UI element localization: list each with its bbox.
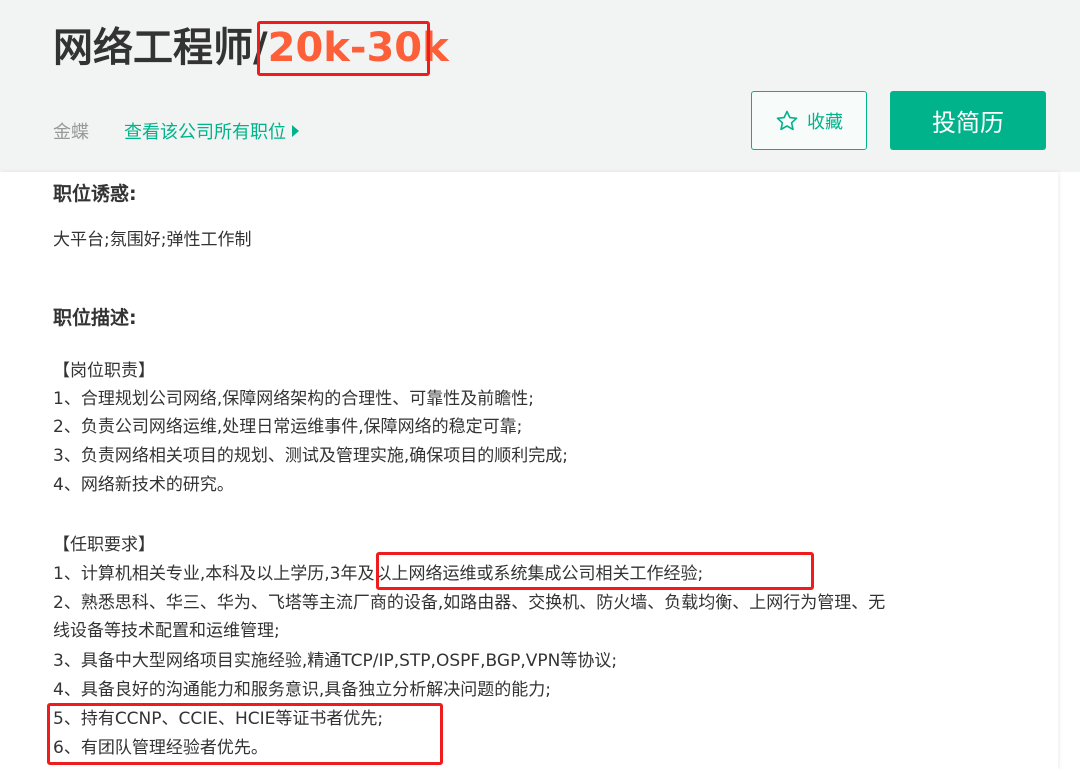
requirement-item: 3、具备中大型网络项目实施经验,精通TCP/IP,STP,OSPF,BGP,VP… bbox=[53, 651, 618, 671]
description-title: 职位描述: bbox=[53, 307, 137, 329]
apply-resume-button[interactable]: 投简历 bbox=[890, 91, 1046, 150]
company-name: 金蝶 bbox=[53, 122, 89, 143]
perks-title: 职位诱惑: bbox=[53, 183, 137, 205]
favorite-label: 收藏 bbox=[807, 111, 843, 133]
job-header: 网络工程师/20k-30k 金蝶 查看该公司所有职位 收藏 投简历 bbox=[0, 0, 1080, 172]
job-title-text: 网络工程师/ bbox=[53, 25, 268, 71]
requirement-1-text: 1、计算机相关专业,本科及以上学历, bbox=[53, 564, 330, 584]
requirement-item: 4、具备良好的沟通能力和服务意识,具备独立分析解决问题的能力; bbox=[53, 680, 551, 700]
star-outline-icon bbox=[776, 110, 798, 130]
duty-item: 3、负责网络相关项目的规划、测试及管理实施,确保项目的顺利完成; bbox=[53, 446, 568, 466]
duty-item: 4、网络新技术的研究。 bbox=[53, 475, 234, 495]
duty-item: 1、合理规划公司网络,保障网络架构的合理性、可靠性及前瞻性; bbox=[53, 389, 534, 409]
requirement-item: 2、熟悉思科、华三、华为、飞塔等主流厂商的设备,如路由器、交换机、防火墙、负载均… bbox=[53, 593, 886, 613]
job-title: 网络工程师/20k-30k bbox=[53, 18, 449, 78]
all-company-jobs-label: 查看该公司所有职位 bbox=[124, 122, 286, 143]
requirements-header: 【任职要求】 bbox=[53, 535, 155, 555]
requirement-item: 6、有团队管理经验者优先。 bbox=[53, 738, 268, 758]
requirement-item-continued: 线设备等技术配置和运维管理; bbox=[53, 621, 280, 641]
salary-range: 20k-30k bbox=[267, 25, 449, 71]
all-company-jobs-link[interactable]: 查看该公司所有职位 bbox=[124, 120, 299, 146]
perks-text: 大平台;氛围好;弹性工作制 bbox=[53, 230, 252, 250]
requirement-item: 1、计算机相关专业,本科及以上学历,3年及以上网络运维或系统集成公司相关工作经验… bbox=[53, 561, 703, 587]
requirement-item: 5、持有CCNP、CCIE、HCIE等证书者优先; bbox=[53, 709, 384, 729]
duty-item: 2、负责公司网络运维,处理日常运维事件,保障网络的稳定可靠; bbox=[53, 417, 523, 437]
requirement-1-highlight: 3年及以上网络运维或系统集成公司相关工作经验; bbox=[329, 564, 704, 584]
triangle-right-icon bbox=[292, 125, 299, 137]
apply-resume-label: 投简历 bbox=[932, 109, 1004, 137]
job-detail-panel: 职位诱惑: 大平台;氛围好;弹性工作制 职位描述: 【岗位职责】 1、合理规划公… bbox=[0, 172, 1058, 769]
duties-header: 【岗位职责】 bbox=[53, 361, 155, 381]
favorite-button[interactable]: 收藏 bbox=[751, 91, 867, 150]
